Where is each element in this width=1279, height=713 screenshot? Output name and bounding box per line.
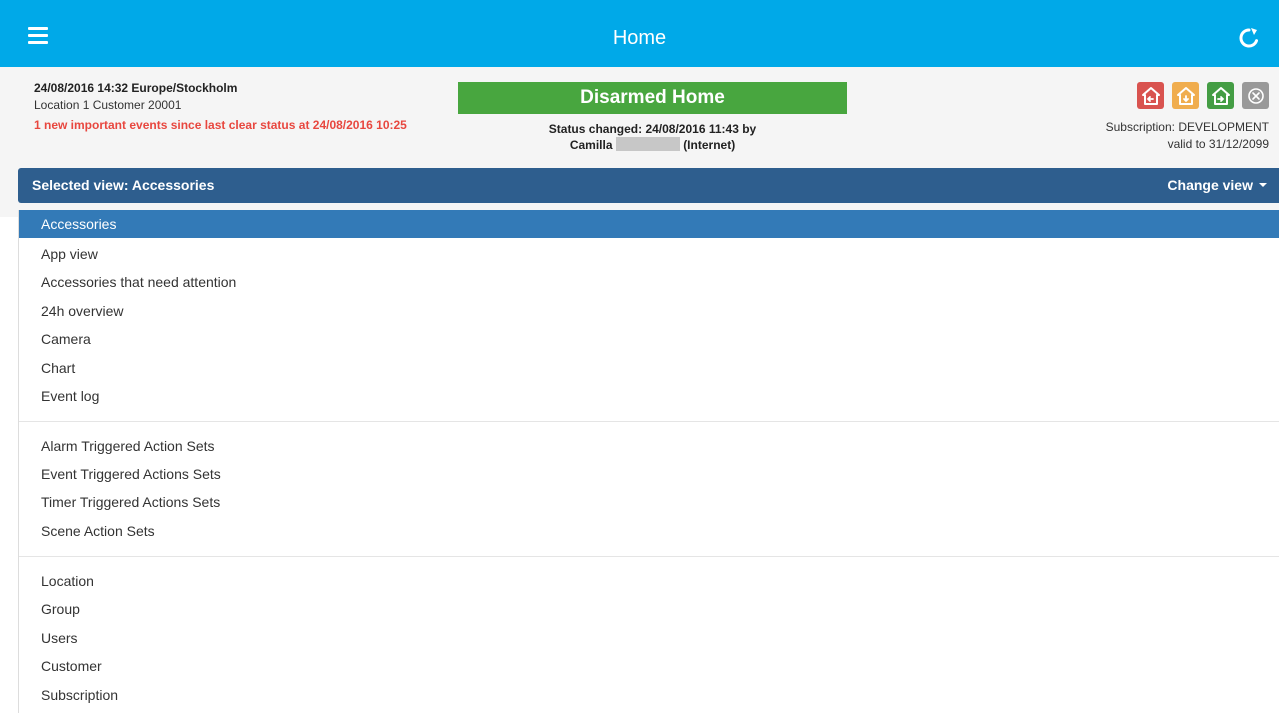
menu-item-location[interactable]: Location [19, 567, 1279, 595]
menu-item-accessories-attention[interactable]: Accessories that need attention [19, 268, 1279, 296]
subscription-valid-to: valid to 31/12/2099 [1167, 137, 1269, 151]
menu-divider [19, 556, 1279, 557]
menu-item-accessories[interactable]: Accessories [19, 210, 1279, 238]
menu-item-users[interactable]: Users [19, 624, 1279, 652]
view-dropdown-menu: Accessories App view Accessories that ne… [18, 210, 1279, 713]
menu-item-camera[interactable]: Camera [19, 325, 1279, 353]
menu-item-event-triggered[interactable]: Event Triggered Actions Sets [19, 460, 1279, 488]
cancel-icon[interactable] [1242, 82, 1269, 109]
alarm-status: Disarmed Home Status changed: 24/08/2016… [458, 82, 847, 153]
menu-divider [19, 421, 1279, 422]
refresh-icon[interactable] [1237, 26, 1261, 50]
selected-view-label: Selected view: Accessories [32, 177, 215, 193]
arm-away-icon[interactable] [1137, 82, 1164, 109]
arm-home-icon[interactable] [1172, 82, 1199, 109]
arm-actions [969, 82, 1269, 110]
important-events-alert[interactable]: 1 new important events since last clear … [34, 117, 434, 134]
menu-item-alarm-triggered[interactable]: Alarm Triggered Action Sets [19, 432, 1279, 460]
menu-item-customer[interactable]: Customer [19, 652, 1279, 680]
changed-via: (Internet) [683, 138, 736, 152]
disarm-icon[interactable] [1207, 82, 1234, 109]
status-changed-by: Camilla (Internet) [458, 137, 847, 153]
location-info: 24/08/2016 14:32 Europe/Stockholm Locati… [34, 80, 434, 134]
change-view-button[interactable]: Change view [1167, 177, 1267, 193]
status-changed-info: Status changed: 24/08/2016 11:43 by Cami… [458, 121, 847, 153]
status-badge: Disarmed Home [458, 82, 847, 114]
menu-item-event-log[interactable]: Event log [19, 382, 1279, 410]
subscription-type: Subscription: DEVELOPMENT [1105, 120, 1269, 134]
status-changed-line: Status changed: 24/08/2016 11:43 by [548, 122, 757, 136]
menu-item-chart[interactable]: Chart [19, 354, 1279, 382]
caret-down-icon [1259, 183, 1267, 187]
location-customer: Location 1 Customer 20001 [34, 98, 182, 112]
menu-item-subscription[interactable]: Subscription [19, 681, 1279, 709]
status-panel: 24/08/2016 14:32 Europe/Stockholm Locati… [0, 67, 1279, 217]
menu-item-group[interactable]: Group [19, 595, 1279, 623]
page-title: Home [612, 27, 667, 49]
changed-by-name: Camilla [569, 138, 613, 152]
menu-item-timer-triggered[interactable]: Timer Triggered Actions Sets [19, 488, 1279, 516]
subscription-text: Subscription: DEVELOPMENT valid to 31/12… [969, 119, 1269, 153]
change-view-label: Change view [1167, 177, 1253, 193]
menu-item-24h-overview[interactable]: 24h overview [19, 297, 1279, 325]
menu-item-scene-action-sets[interactable]: Scene Action Sets [19, 517, 1279, 545]
status-datetime: 24/08/2016 14:32 Europe/Stockholm [34, 81, 238, 95]
menu-item-app-view[interactable]: App view [19, 240, 1279, 268]
redacted-block [615, 137, 680, 151]
view-selector-bar: Selected view: Accessories Change view [18, 168, 1279, 203]
subscription-info: Subscription: DEVELOPMENT valid to 31/12… [969, 82, 1269, 153]
